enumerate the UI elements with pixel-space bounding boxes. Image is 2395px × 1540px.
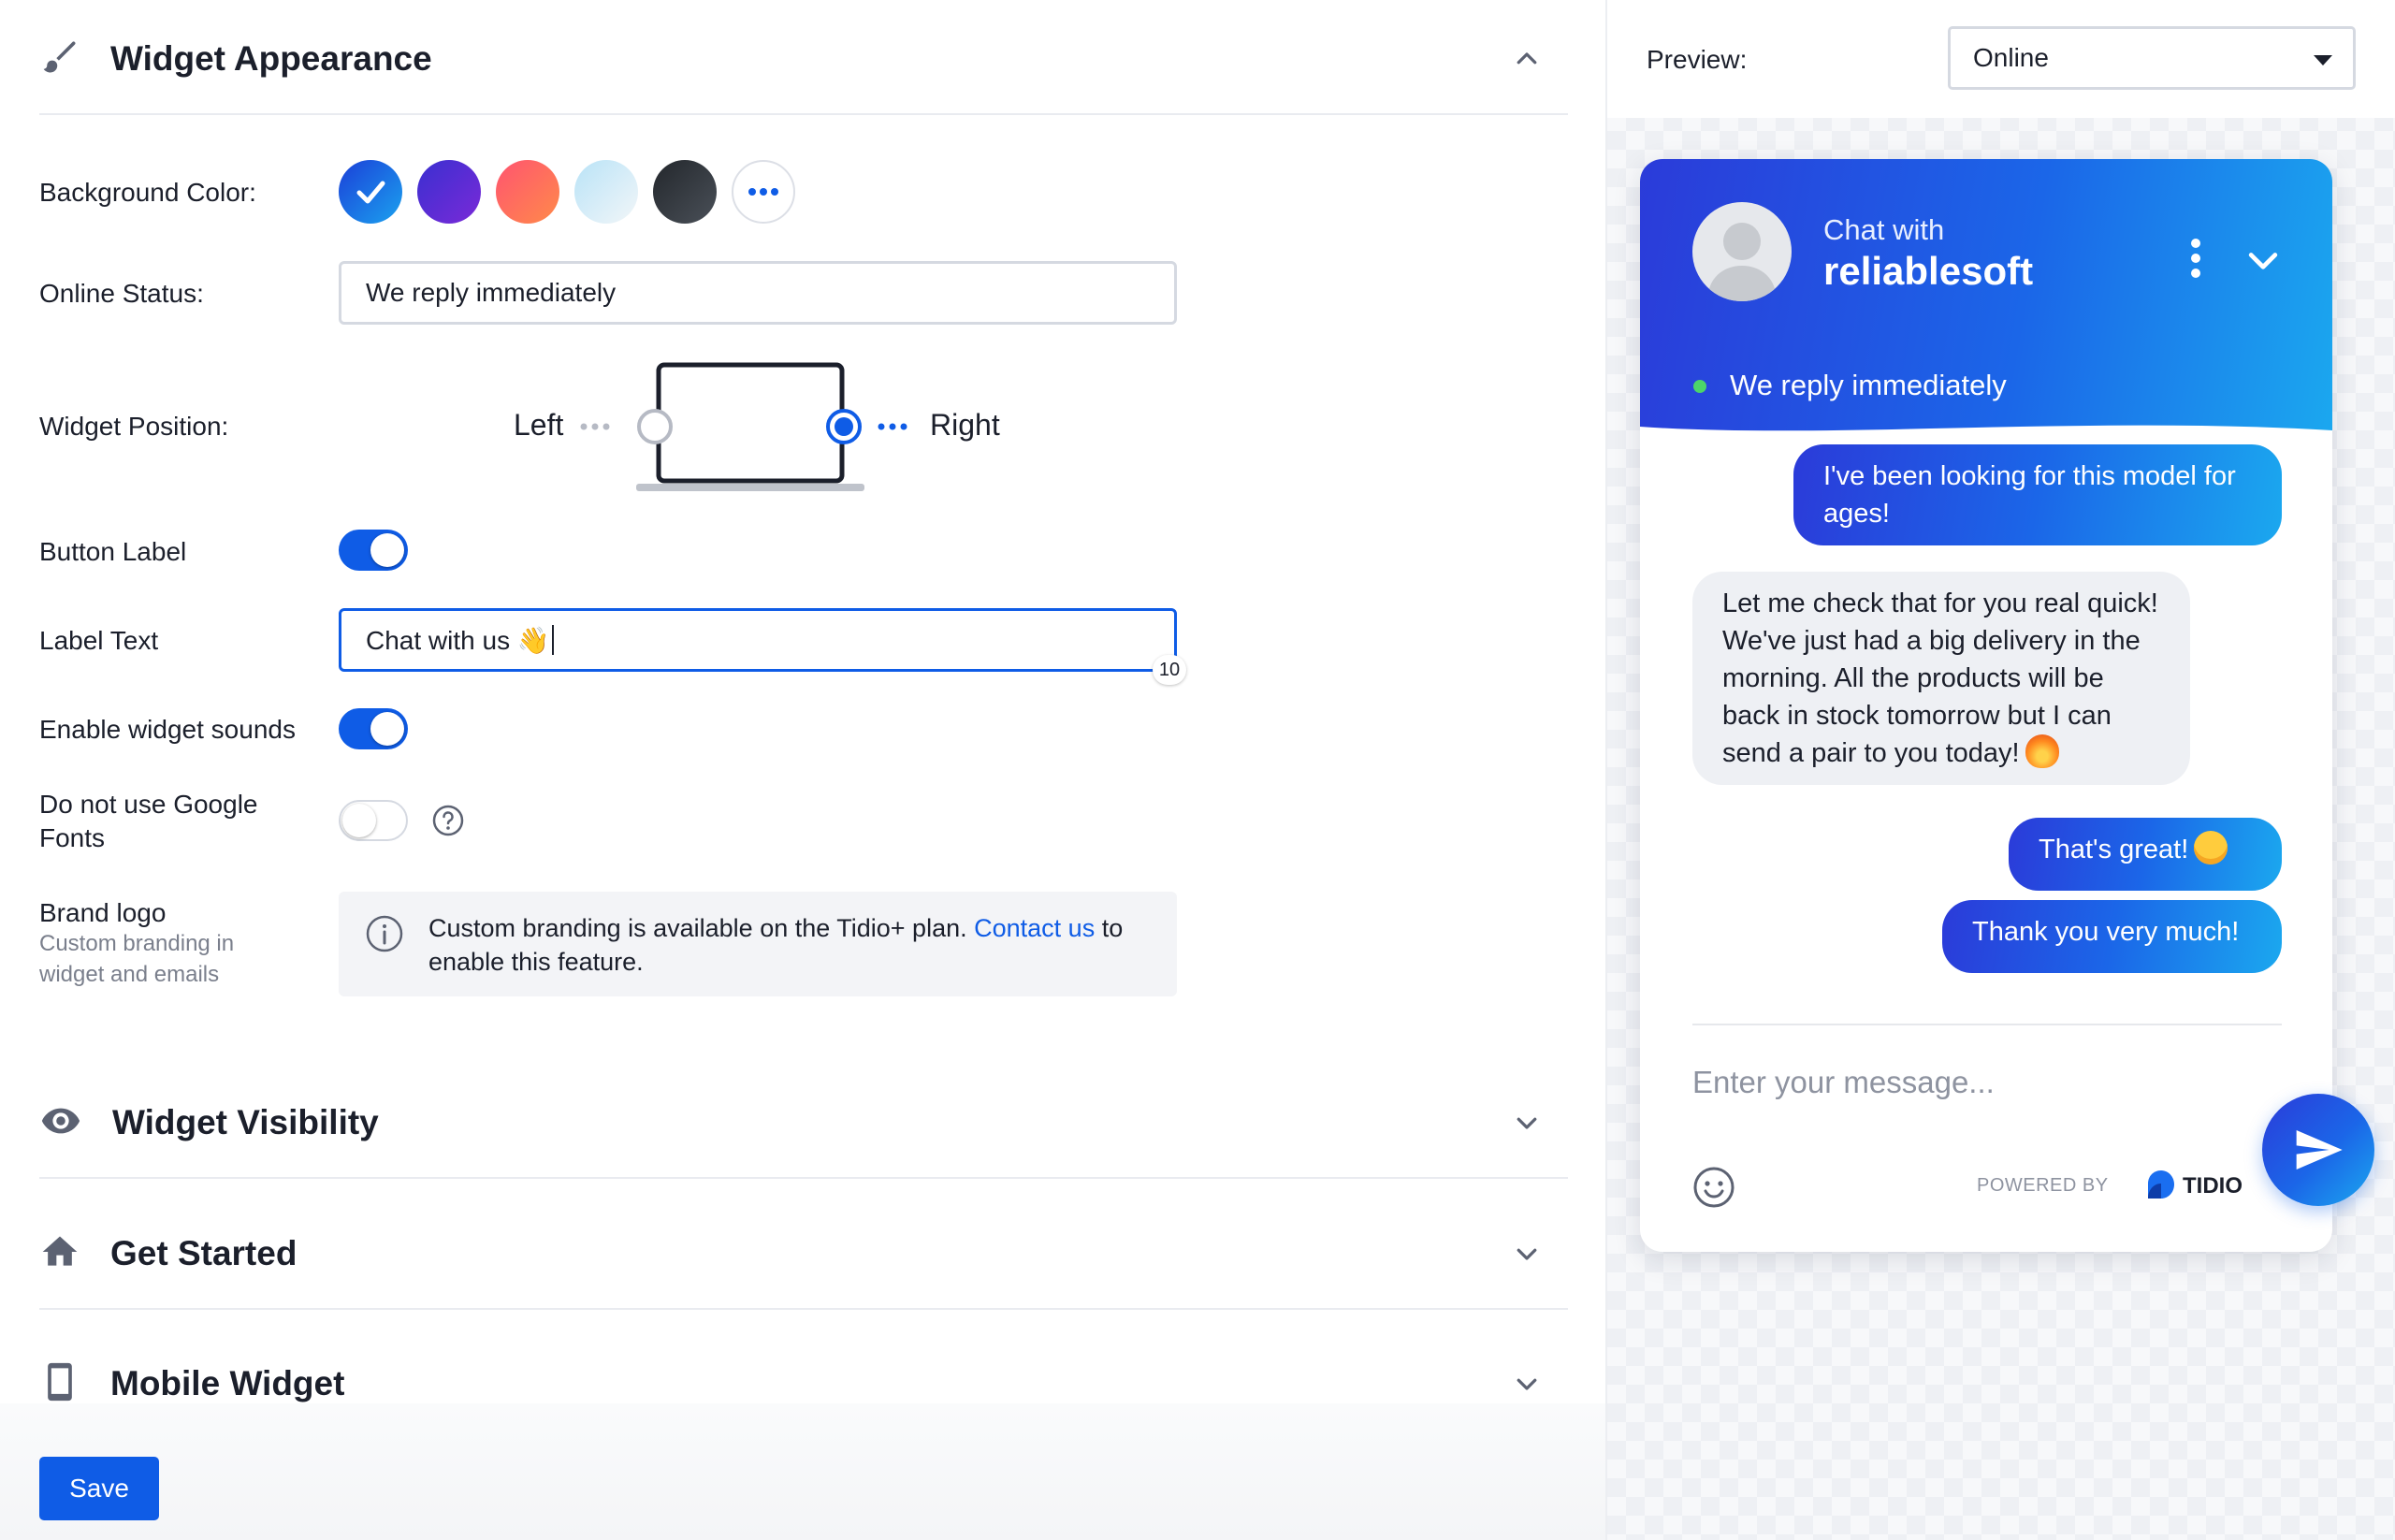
online-status-label: Online Status: bbox=[39, 279, 204, 308]
section-title: Get Started bbox=[110, 1234, 298, 1272]
minimize-chevron-icon[interactable] bbox=[2243, 240, 2284, 285]
brand-logo-label: Brand logo Custom branding in widget and… bbox=[39, 898, 292, 990]
settings-panel: Widget Appearance Background Color: Onli… bbox=[0, 0, 1605, 1540]
branding-info-box: Custom branding is available on the Tidi… bbox=[339, 892, 1177, 996]
widget-sounds-toggle[interactable] bbox=[339, 708, 408, 749]
toggle-knob bbox=[342, 804, 376, 837]
section-widget-visibility[interactable]: Widget Visibility bbox=[39, 1064, 1568, 1182]
chat-message-operator: Let me check that for you real quick! We… bbox=[1692, 572, 2190, 785]
preview-mode-value: Online bbox=[1973, 43, 2049, 72]
chat-message-input[interactable]: Enter your message... bbox=[1692, 1065, 1995, 1100]
preview-mode-select[interactable]: Online bbox=[1948, 26, 2356, 90]
character-counter: 10 bbox=[1153, 655, 1186, 685]
message-text: Let me check that for you real quick! We… bbox=[1722, 588, 2158, 768]
branding-info-text: Custom branding is available on the Tidi… bbox=[428, 911, 1158, 979]
chevron-up-icon[interactable] bbox=[1508, 40, 1546, 78]
online-status-input[interactable]: We reply immediately bbox=[339, 261, 1177, 325]
more-colors-button[interactable] bbox=[732, 160, 795, 224]
emoji-picker-icon[interactable] bbox=[1692, 1166, 1735, 1213]
color-swatch-blue[interactable] bbox=[339, 160, 402, 224]
branding-info-sentence: Custom branding is available on the Tidi… bbox=[428, 914, 967, 942]
chevron-down-icon[interactable] bbox=[1508, 1235, 1546, 1272]
laptop-position-illustration bbox=[580, 362, 907, 491]
brush-icon bbox=[39, 36, 80, 82]
button-label-label: Button Label bbox=[39, 537, 187, 566]
tidio-logo-icon bbox=[2145, 1169, 2177, 1205]
widget-sounds-label: Enable widget sounds bbox=[39, 715, 296, 744]
section-title: Mobile Widget bbox=[110, 1364, 345, 1402]
preview-label: Preview: bbox=[1647, 45, 1748, 74]
online-status-text: We reply immediately bbox=[1730, 369, 2007, 401]
color-swatch-dark[interactable] bbox=[653, 160, 717, 224]
chat-with-label: Chat with bbox=[1823, 213, 1945, 246]
online-status-dot bbox=[1693, 380, 1706, 393]
chevron-down-icon[interactable] bbox=[1508, 1365, 1546, 1402]
button-label-toggle[interactable] bbox=[339, 530, 408, 571]
color-swatch-purple[interactable] bbox=[417, 160, 481, 224]
contact-us-link[interactable]: Contact us bbox=[974, 914, 1095, 942]
message-text: That's great! bbox=[2039, 835, 2189, 864]
message-text: I've been looking for this model for age… bbox=[1823, 461, 2236, 529]
chat-widget-preview: Chat with reliablesoft We reply immediat… bbox=[1640, 159, 2332, 1252]
powered-by-label: POWERED BY bbox=[1977, 1175, 2109, 1196]
position-right-label: Right bbox=[930, 408, 1000, 442]
brand-logo-subtitle: Custom branding in widget and emails bbox=[39, 931, 235, 987]
more-options-icon[interactable] bbox=[2188, 238, 2203, 283]
home-icon bbox=[39, 1231, 80, 1277]
fire-emoji-icon bbox=[2025, 734, 2059, 768]
mobile-phone-icon bbox=[39, 1361, 80, 1407]
divider bbox=[39, 1177, 1568, 1179]
chat-message-visitor: That's great! bbox=[2009, 818, 2282, 891]
chat-message-visitor: Thank you very much! bbox=[1942, 900, 2282, 973]
section-title: Widget Appearance bbox=[110, 39, 432, 78]
color-swatch-coral[interactable] bbox=[496, 160, 559, 224]
brand-logo-title: Brand logo bbox=[39, 898, 167, 927]
position-left-label: Left bbox=[514, 408, 564, 442]
google-fonts-toggle[interactable] bbox=[339, 800, 408, 841]
help-icon[interactable] bbox=[432, 805, 464, 841]
save-button[interactable]: Save bbox=[39, 1457, 159, 1520]
tidio-brand: TIDIO bbox=[2183, 1173, 2243, 1199]
send-button[interactable] bbox=[2262, 1094, 2374, 1206]
chat-header: Chat with reliablesoft We reply immediat… bbox=[1640, 159, 2332, 458]
section-widget-appearance[interactable]: Widget Appearance bbox=[39, 0, 1568, 118]
operator-avatar bbox=[1692, 202, 1792, 301]
message-text: Thank you very much! bbox=[1972, 917, 2240, 947]
section-title: Widget Visibility bbox=[112, 1103, 379, 1141]
preview-panel: Preview: Online Chat with reliablesoft W… bbox=[1605, 0, 2395, 1540]
send-icon bbox=[2296, 1130, 2343, 1170]
toggle-knob bbox=[370, 533, 404, 567]
chevron-down-icon[interactable] bbox=[1508, 1104, 1546, 1141]
preview-toolbar: Preview: Online bbox=[1607, 0, 2395, 118]
divider bbox=[39, 113, 1568, 115]
background-color-label: Background Color: bbox=[39, 178, 256, 207]
chat-company-name: reliablesoft bbox=[1823, 249, 2034, 293]
info-icon bbox=[365, 914, 404, 958]
grinning-emoji-icon bbox=[2194, 831, 2228, 864]
caret-down-icon bbox=[2314, 55, 2332, 65]
widget-position-label: Widget Position: bbox=[39, 412, 229, 441]
chat-divider bbox=[1692, 1024, 2282, 1025]
chat-message-visitor: I've been looking for this model for age… bbox=[1793, 444, 2282, 545]
label-text-input[interactable]: Chat with us 👋 bbox=[339, 608, 1177, 672]
text-cursor bbox=[551, 625, 554, 655]
section-get-started[interactable]: Get Started bbox=[39, 1195, 1568, 1313]
footer-bar bbox=[0, 1403, 1605, 1540]
label-text-value: Chat with us 👋 bbox=[366, 625, 550, 655]
google-fonts-label: Do not use Google Fonts bbox=[39, 790, 258, 852]
toggle-knob bbox=[370, 712, 404, 746]
color-swatch-light-blue[interactable] bbox=[574, 160, 638, 224]
label-text-label: Label Text bbox=[39, 626, 159, 655]
eye-icon bbox=[39, 1099, 82, 1147]
divider bbox=[39, 1308, 1568, 1310]
